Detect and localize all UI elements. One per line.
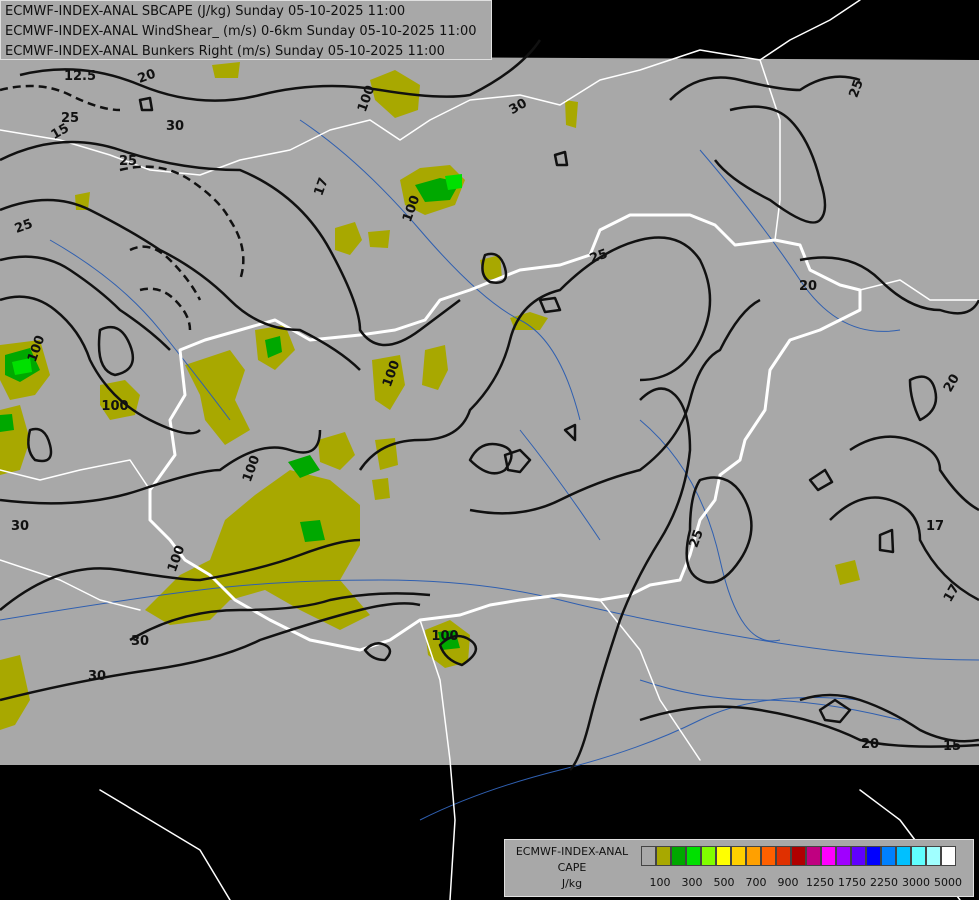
- contour-label: 25: [119, 154, 137, 169]
- legend-swatch: [821, 846, 836, 866]
- legend-tick-label: 2250: [870, 876, 898, 889]
- data-domain: [0, 55, 979, 765]
- weather-map: 12.5 202515253030251002517100302010010010…: [0, 0, 979, 900]
- legend-tick-label: 500: [713, 876, 735, 889]
- legend-swatch: [911, 846, 926, 866]
- legend-swatch: [686, 846, 701, 866]
- legend-swatch: [641, 846, 656, 866]
- legend-tick-label: 3000: [902, 876, 930, 889]
- legend-color-scale: [641, 846, 956, 866]
- legend-swatch: [941, 846, 956, 866]
- legend-title-model: ECMWF-INDEX-ANAL: [515, 845, 629, 858]
- header-line-windshear: ECMWF-INDEX-ANAL WindShear_ (m/s) 0-6km …: [5, 24, 477, 39]
- contour-label: 20: [799, 279, 817, 294]
- legend-swatch: [806, 846, 821, 866]
- legend-swatch: [881, 846, 896, 866]
- header-line-sbcape: ECMWF-INDEX-ANAL SBCAPE (J/kg) Sunday 05…: [5, 4, 406, 19]
- legend-swatch: [776, 846, 791, 866]
- header-line-bunkers: ECMWF-INDEX-ANAL Bunkers Right (m/s) Sun…: [5, 44, 445, 59]
- legend-tick-label: 700: [745, 876, 767, 889]
- map-header: ECMWF-INDEX-ANAL SBCAPE (J/kg) Sunday 05…: [0, 0, 492, 60]
- contour-label: 30: [166, 119, 184, 134]
- contour-label: 100: [101, 399, 128, 414]
- legend-swatch: [701, 846, 716, 866]
- legend-swatch: [716, 846, 731, 866]
- legend-tick-label: 1250: [806, 876, 834, 889]
- legend-tick-label: 300: [681, 876, 703, 889]
- legend-units: J/kg: [561, 877, 583, 890]
- legend-swatch: [926, 846, 941, 866]
- legend-swatch: [791, 846, 806, 866]
- legend-tick-label: 5000: [934, 876, 962, 889]
- legend-tick-label: 100: [649, 876, 671, 889]
- legend-title-variable: CAPE: [557, 861, 587, 874]
- contour-label: 30: [131, 634, 149, 649]
- legend-swatch: [671, 846, 686, 866]
- contour-label: 100: [431, 629, 458, 644]
- legend-tick-label: 900: [777, 876, 799, 889]
- legend-swatch: [851, 846, 866, 866]
- contour-label: 15: [943, 739, 961, 754]
- contour-label: 12.5: [64, 69, 96, 84]
- legend-swatch: [656, 846, 671, 866]
- legend-swatch: [836, 846, 851, 866]
- legend-swatch: [746, 846, 761, 866]
- legend-swatch: [731, 846, 746, 866]
- legend-swatch: [866, 846, 881, 866]
- contour-label: 30: [88, 669, 106, 684]
- contour-label: 30: [11, 519, 29, 534]
- legend-tick-label: 1750: [838, 876, 866, 889]
- legend-swatch: [761, 846, 776, 866]
- contour-label: 17: [926, 519, 944, 534]
- legend-swatch: [896, 846, 911, 866]
- cape-legend: ECMWF-INDEX-ANAL CAPE J/kg 100 300 500 700 9…: [504, 839, 974, 897]
- contour-label: 20: [861, 737, 879, 752]
